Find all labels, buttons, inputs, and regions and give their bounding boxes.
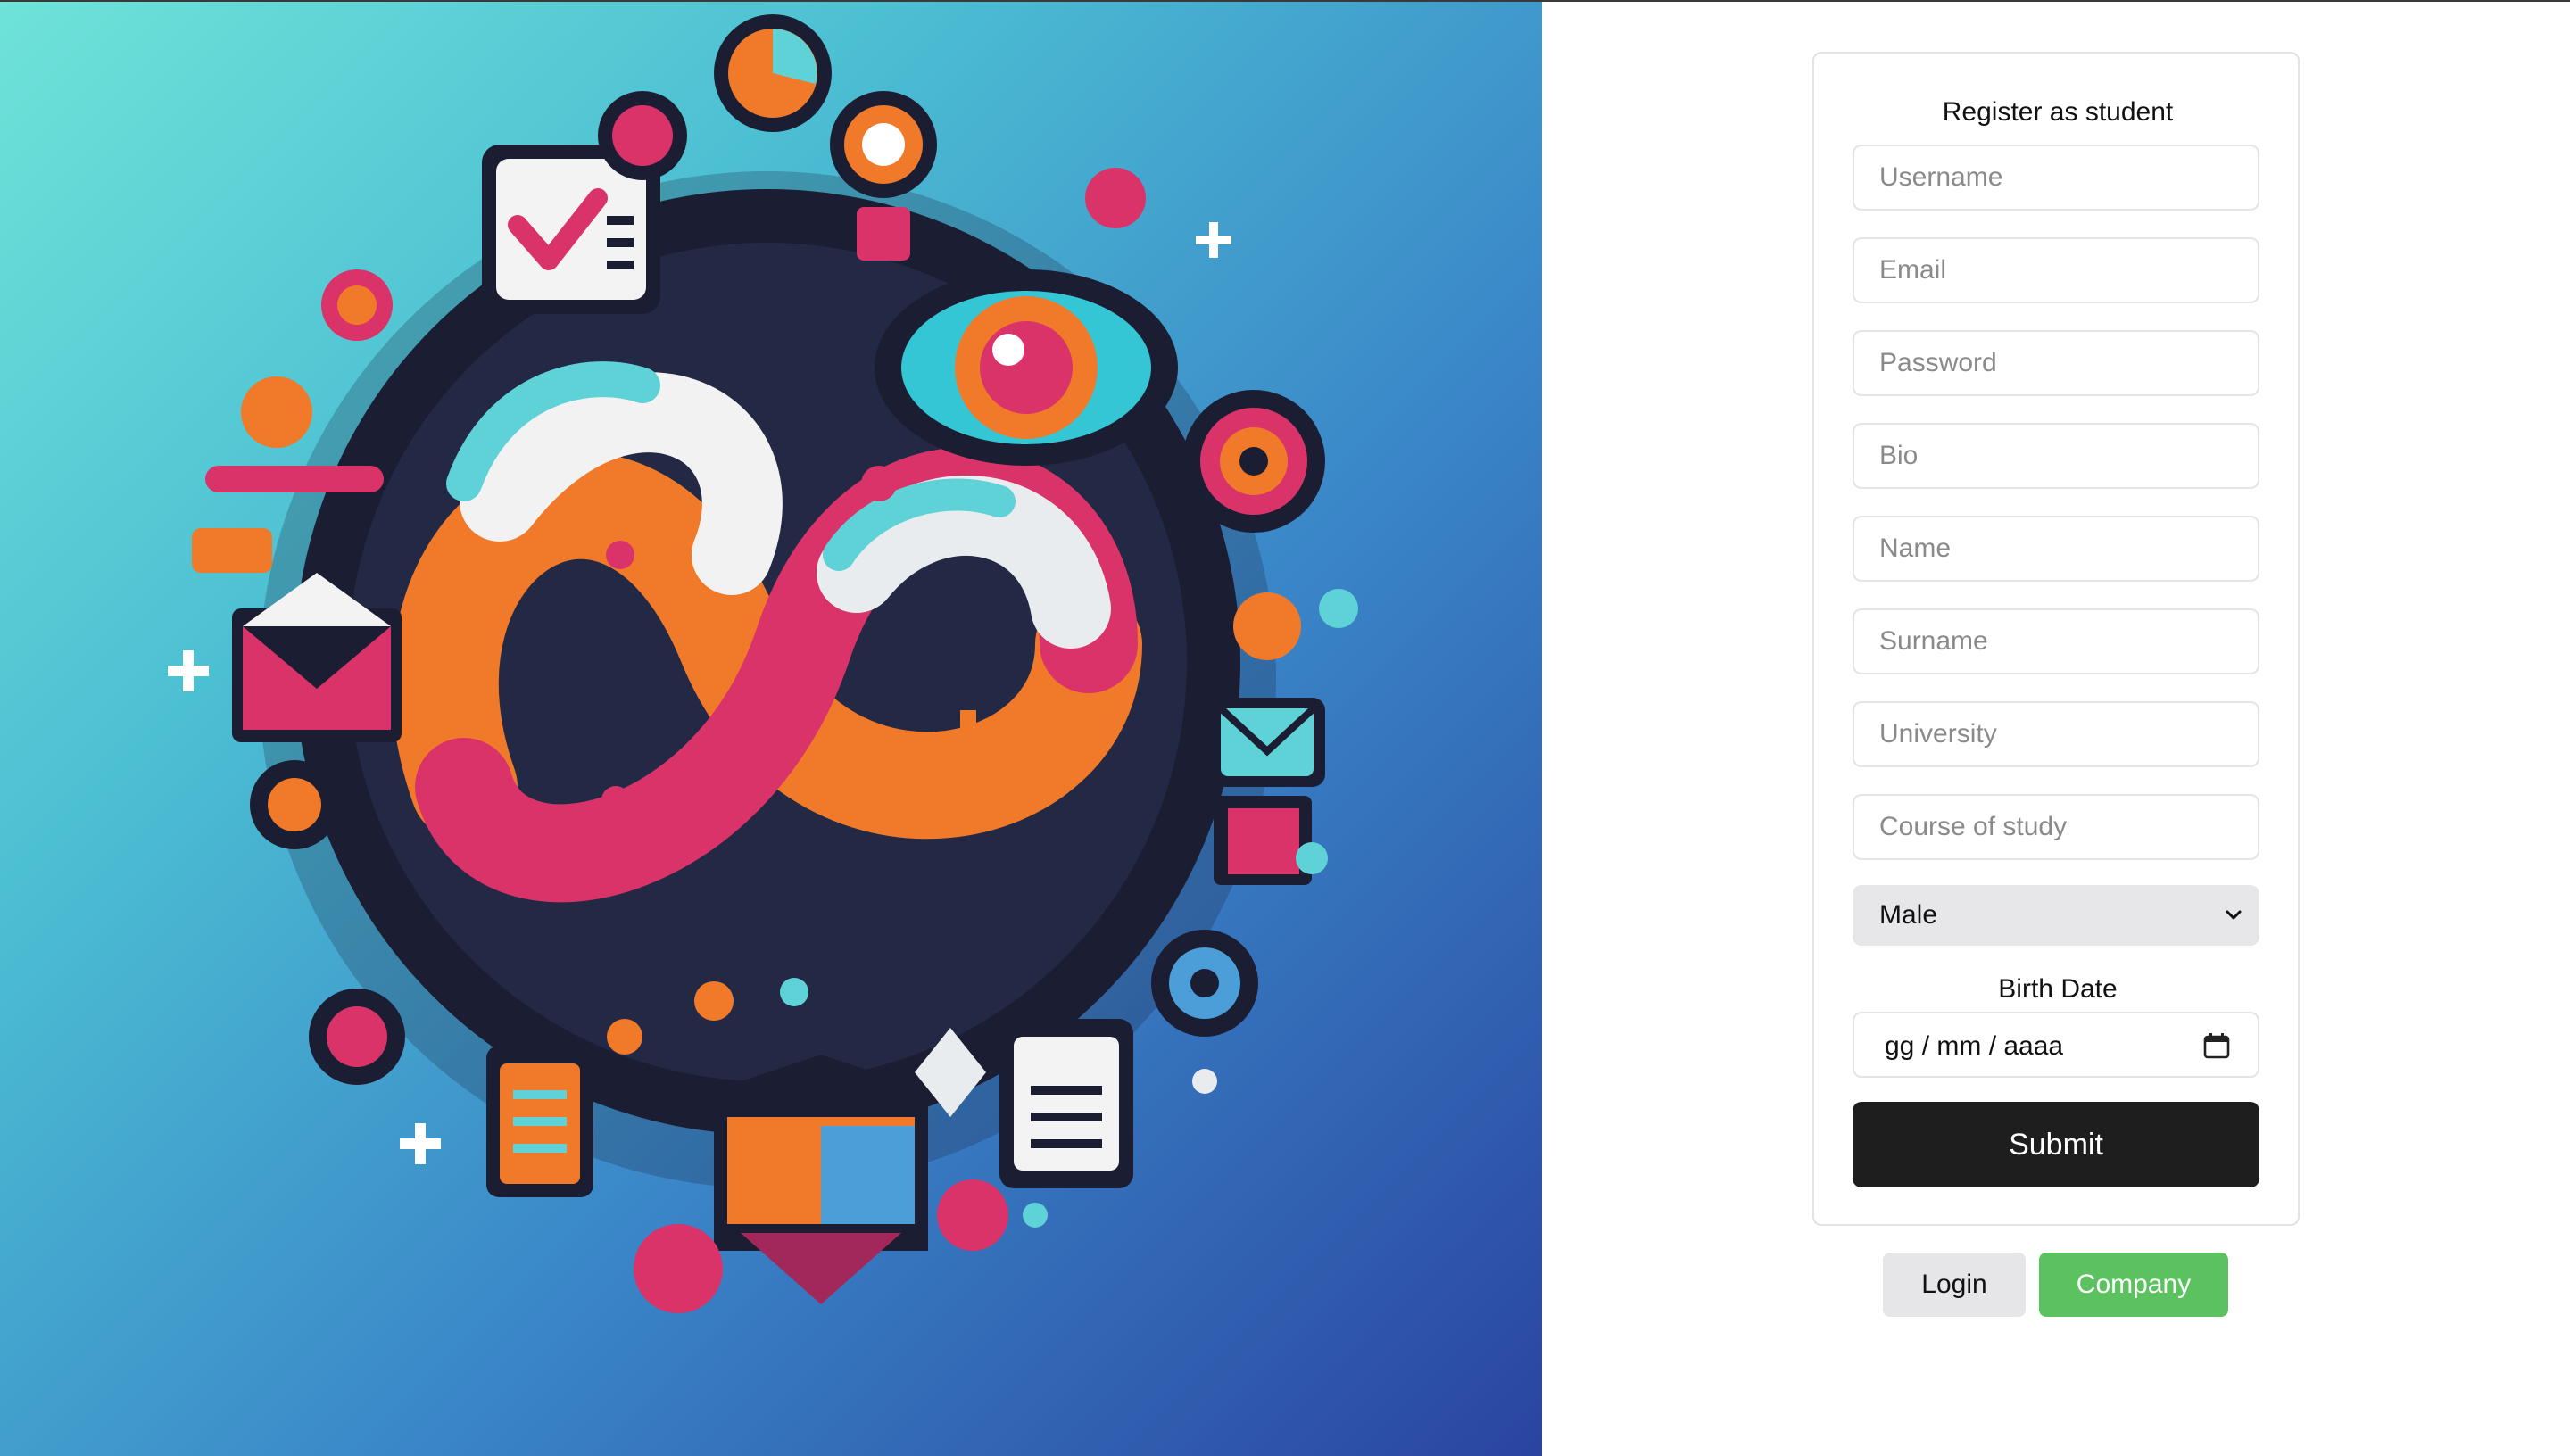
name-input[interactable] bbox=[1853, 516, 2259, 582]
login-button[interactable]: Login bbox=[1883, 1253, 2026, 1317]
hero-logo-illustration bbox=[0, 2, 1542, 1456]
birth-date-input[interactable]: gg / mm / aaaa bbox=[1853, 1012, 2259, 1078]
company-button[interactable]: Company bbox=[2039, 1253, 2228, 1317]
password-input[interactable] bbox=[1853, 330, 2259, 396]
chevron-down-icon bbox=[2226, 910, 2242, 920]
submit-button[interactable]: Submit bbox=[1853, 1102, 2259, 1187]
birth-date-placeholder: gg / mm / aaaa bbox=[1885, 1031, 2064, 1061]
username-input[interactable] bbox=[1853, 145, 2259, 211]
gender-select[interactable]: Male bbox=[1853, 885, 2259, 946]
course-of-study-input[interactable] bbox=[1853, 794, 2259, 860]
gender-select-value: Male bbox=[1879, 900, 1938, 930]
logo-art bbox=[168, 14, 1358, 1313]
university-input[interactable] bbox=[1853, 701, 2259, 767]
surname-input[interactable] bbox=[1853, 608, 2259, 674]
register-form-card: Register as student Male Birth Date gg /… bbox=[1812, 52, 2300, 1226]
email-input[interactable] bbox=[1853, 237, 2259, 303]
register-page: Register as student Male Birth Date gg /… bbox=[0, 0, 2570, 1456]
bio-input[interactable] bbox=[1853, 423, 2259, 489]
form-title: Register as student bbox=[1942, 97, 2174, 127]
calendar-icon[interactable] bbox=[2202, 1031, 2231, 1060]
birth-date-label: Birth Date bbox=[1998, 974, 2118, 1004]
